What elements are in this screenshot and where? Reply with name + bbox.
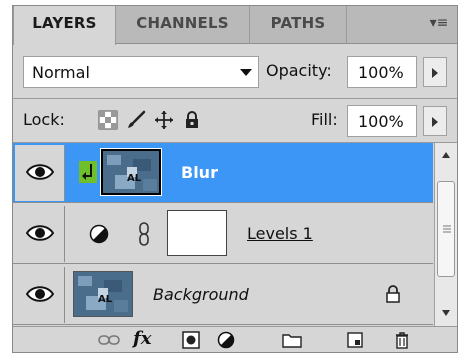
layers-list: AL Blur Levels 1 AL Background: [13, 143, 433, 326]
opacity-input[interactable]: 100%: [347, 56, 417, 88]
layers-panel: LAYERS CHANNELS PATHS ▾≡ Normal Opacity:…: [12, 5, 458, 353]
tab-paths[interactable]: PATHS: [250, 6, 347, 44]
opacity-slider-button[interactable]: [423, 57, 447, 87]
fill-input[interactable]: 100%: [347, 105, 417, 137]
chevron-down-icon: [240, 69, 252, 76]
layer-thumbnail[interactable]: AL: [100, 148, 162, 196]
trash-icon[interactable]: [391, 331, 413, 349]
link-icon[interactable]: [98, 331, 120, 349]
tab-bar: LAYERS CHANNELS PATHS ▾≡: [13, 6, 457, 45]
svg-text:AL: AL: [127, 173, 142, 184]
clipping-mask-indicator: [79, 161, 97, 183]
folder-icon[interactable]: [281, 331, 303, 349]
blend-mode-select[interactable]: Normal: [23, 56, 259, 88]
layer-row-levels[interactable]: Levels 1: [13, 204, 433, 264]
mask-icon[interactable]: [180, 331, 202, 349]
move-icon[interactable]: [154, 110, 174, 130]
layers-scrollbar[interactable]: [434, 143, 457, 326]
divider: [13, 98, 457, 99]
svg-text:AL: AL: [98, 294, 113, 305]
visibility-toggle[interactable]: [15, 206, 65, 262]
scroll-down-icon[interactable]: [441, 309, 451, 317]
chain-link-icon[interactable]: [137, 222, 151, 246]
layer-row-blur[interactable]: AL Blur: [13, 143, 433, 203]
brush-icon[interactable]: [126, 110, 146, 130]
fill-label: Fill:: [311, 110, 338, 129]
panel-menu-icon[interactable]: ▾≡: [427, 15, 451, 33]
lock-icon: [386, 285, 400, 303]
scrollbar-thumb[interactable]: [437, 181, 455, 277]
layer-row-background[interactable]: AL Background: [13, 265, 433, 325]
lock-icon[interactable]: [182, 110, 202, 130]
lock-label: Lock:: [23, 110, 65, 129]
fx-icon[interactable]: fx: [133, 328, 151, 349]
visibility-toggle[interactable]: [15, 145, 65, 201]
visibility-toggle[interactable]: [15, 267, 65, 323]
new-layer-icon[interactable]: [344, 331, 366, 349]
layer-name[interactable]: Background: [153, 285, 249, 304]
tab-layers[interactable]: LAYERS: [13, 6, 116, 45]
layer-name[interactable]: Blur: [181, 163, 218, 182]
fill-slider-button[interactable]: [423, 106, 447, 136]
layer-name[interactable]: Levels 1: [247, 224, 313, 243]
eye-icon: [26, 286, 54, 302]
layer-thumbnail[interactable]: AL: [73, 271, 133, 317]
eye-icon: [26, 164, 54, 180]
tab-channels[interactable]: CHANNELS: [116, 6, 250, 44]
scroll-up-icon[interactable]: [441, 151, 451, 159]
blend-mode-value: Normal: [32, 63, 90, 82]
clip-arrow-icon: [82, 164, 92, 180]
adjustment-layer-icon: [89, 224, 109, 244]
grip-icon: [443, 225, 451, 233]
mask-thumbnail[interactable]: [167, 210, 227, 256]
adjustment-icon[interactable]: [216, 331, 238, 349]
eye-icon: [26, 225, 54, 241]
opacity-label: Opacity:: [266, 61, 332, 80]
lock-transparency-icon[interactable]: [98, 110, 118, 130]
panel-footer: fx: [13, 326, 457, 352]
